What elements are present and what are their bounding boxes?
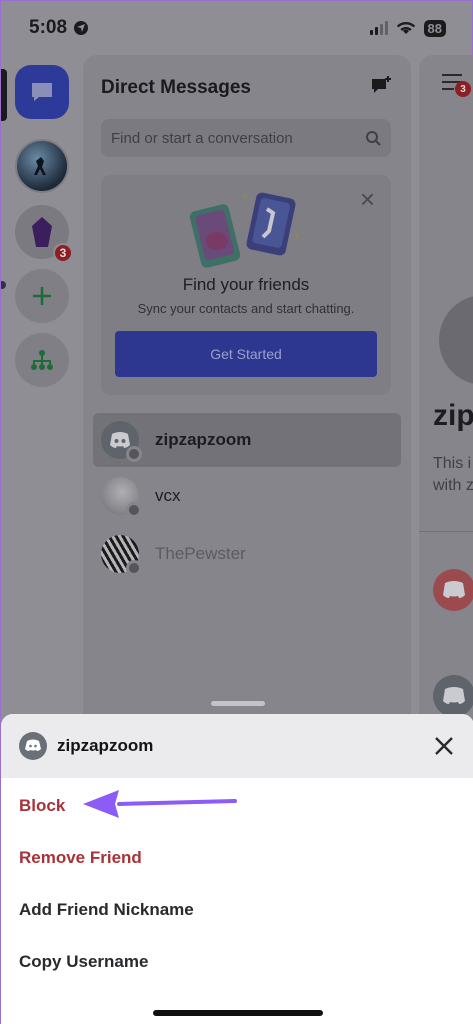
dm-row-thepewster[interactable]: ThePewster (93, 527, 401, 581)
gem-icon (32, 217, 52, 247)
divider (419, 531, 473, 532)
status-right: 88 (369, 19, 446, 37)
copy-username-option[interactable]: Copy Username (19, 952, 148, 972)
user-action-sheet: zipzapzoom Block Remove Friend Add Frien… (1, 714, 473, 1024)
message-avatar (433, 569, 473, 611)
find-friends-illustration (189, 192, 299, 268)
avatar (101, 421, 142, 462)
panel-title: Direct Messages (101, 77, 251, 98)
sheet-header: zipzapzoom (1, 714, 473, 778)
server-avatar-figure-icon (34, 157, 46, 175)
discord-logo-icon (443, 581, 465, 598)
unread-indicator (1, 281, 6, 289)
location-icon (74, 21, 89, 35)
dm-row-vcx[interactable]: vcx (93, 469, 401, 523)
server-badge: 3 (53, 243, 73, 263)
sheet-username: zipzapzoom (57, 736, 154, 755)
find-friends-title: Find your friends (182, 275, 310, 294)
chat-heading: zip (433, 399, 473, 432)
add-server-button[interactable] (15, 269, 69, 323)
direct-messages-panel: Direct Messages Find or start a conversa… (83, 55, 411, 725)
chat-intro-line-1: This i (433, 455, 472, 472)
explore-servers-button[interactable] (15, 333, 69, 387)
plus-icon (33, 287, 51, 305)
signal-icon (369, 21, 388, 35)
selected-pill (1, 69, 7, 121)
discord-logo-icon (443, 687, 465, 704)
chat-intro: This i with z (433, 453, 473, 497)
members-badge: 3 (455, 81, 471, 97)
annotation-arrow-icon (83, 790, 237, 818)
avatar (19, 732, 47, 760)
dm-name: zipzapzoom (155, 430, 252, 449)
remove-friend-option[interactable]: Remove Friend (19, 848, 142, 868)
profile-avatar-large (439, 295, 473, 385)
battery-indicator: 88 (423, 19, 446, 37)
sheet-grabber[interactable] (211, 701, 265, 706)
wifi-icon (396, 21, 415, 34)
chat-bubble-icon (32, 83, 52, 101)
close-icon[interactable]: × (360, 186, 375, 212)
time-label: 5:08 (29, 17, 68, 38)
server-icon-2[interactable]: 3 (15, 205, 73, 263)
status-bar: 5:08 88 (1, 1, 473, 55)
status-indicator (126, 560, 142, 576)
home-indicator (153, 1010, 323, 1016)
discord-logo-icon (25, 739, 41, 751)
status-indicator (126, 502, 142, 518)
find-friends-card: × Find your friends Sync your contacts a… (101, 175, 391, 395)
message-avatar (433, 675, 473, 717)
server-icon-1[interactable] (15, 139, 69, 193)
search-placeholder: Find or start a conversation (111, 129, 293, 147)
search-icon (366, 131, 381, 146)
chat-preview-panel: 3 zip This i with z (419, 55, 473, 725)
avatar (101, 477, 142, 518)
find-friends-subtitle: Sync your contacts and start chatting. (137, 301, 355, 316)
get-started-button[interactable]: Get Started (115, 331, 377, 377)
dm-row-zipzapzoom[interactable]: zipzapzoom (93, 413, 401, 467)
avatar (101, 535, 142, 576)
status-indicator (126, 446, 142, 462)
block-option[interactable]: Block (19, 796, 65, 816)
search-input[interactable]: Find or start a conversation (101, 119, 391, 157)
chat-intro-line-2: with z (433, 477, 473, 494)
new-message-icon[interactable] (369, 75, 393, 99)
dm-name: ThePewster (155, 544, 246, 563)
direct-messages-button[interactable] (15, 65, 69, 119)
add-nickname-option[interactable]: Add Friend Nickname (19, 900, 194, 920)
hierarchy-icon (31, 350, 53, 370)
status-time: 5:08 (29, 17, 89, 39)
close-icon[interactable] (432, 734, 456, 758)
dm-name: vcx (155, 486, 181, 505)
